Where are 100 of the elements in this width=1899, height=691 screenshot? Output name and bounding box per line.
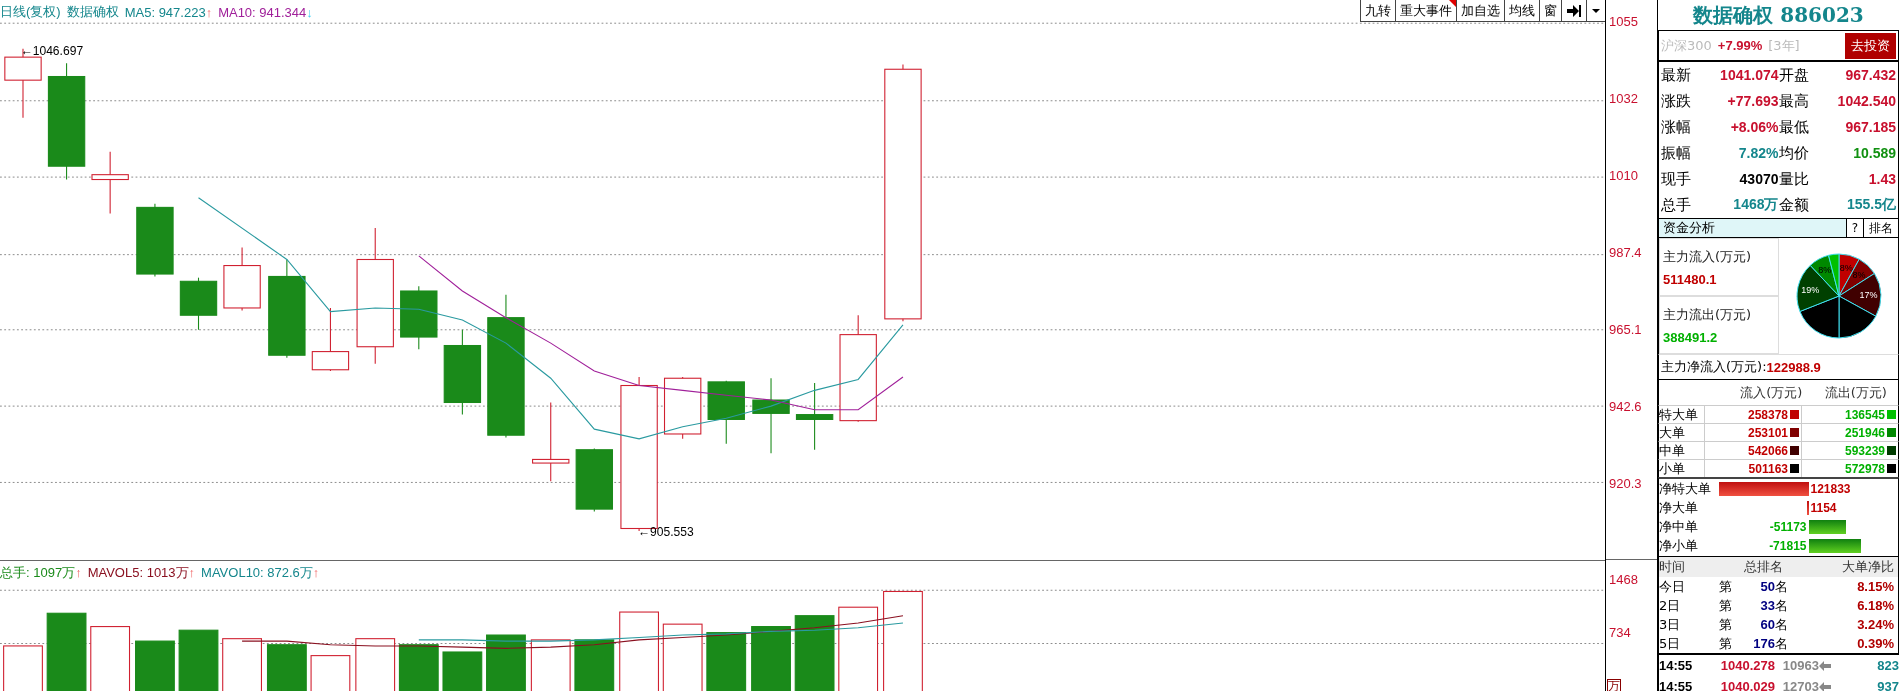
toolbar-button[interactable]: 重大事件 bbox=[1395, 0, 1456, 22]
volume-bar bbox=[662, 623, 703, 691]
volume-bar bbox=[530, 639, 571, 691]
price-axis-label: 987.4 bbox=[1608, 245, 1643, 261]
volume-bar bbox=[486, 634, 526, 691]
toolbar-button[interactable]: 加自选 bbox=[1456, 0, 1504, 22]
rank-value: 33 bbox=[1759, 598, 1775, 613]
tick-count: 937 bbox=[1876, 679, 1899, 691]
column-header: 时间 bbox=[1659, 558, 1686, 576]
index-name: 数据确权 bbox=[66, 3, 119, 21]
volume-bar bbox=[222, 638, 262, 691]
candle bbox=[400, 285, 438, 350]
rank-value: 60 bbox=[1759, 617, 1775, 632]
quote-label: 涨幅 bbox=[1661, 117, 1692, 137]
price-axis-label: 920.3 bbox=[1608, 476, 1643, 492]
candle bbox=[311, 307, 350, 372]
help-button[interactable]: ? bbox=[1845, 219, 1863, 237]
order-type: 特大单 bbox=[1659, 406, 1699, 423]
period-cell-text: 3日 bbox=[1659, 615, 1682, 634]
quote-value: 7.82% bbox=[1737, 145, 1779, 161]
quote-label: 最高 bbox=[1778, 91, 1810, 111]
price-axis-label: 965.1 bbox=[1608, 322, 1643, 338]
outflow-amount: 136545 bbox=[1844, 407, 1885, 422]
inflow-amount: 501163 bbox=[1748, 461, 1788, 476]
rank-prefix: 第 bbox=[1719, 634, 1733, 653]
data-label: 8% bbox=[1852, 269, 1866, 280]
benchmark-name: 沪深300 bbox=[1661, 36, 1712, 55]
toolbar-button[interactable]: 均线 bbox=[1504, 0, 1539, 22]
rank-value: 176 bbox=[1752, 636, 1775, 651]
arrow-to-bar-icon bbox=[1566, 3, 1582, 18]
tick-price: 1040.029 bbox=[1719, 679, 1775, 691]
unit-label: 万 bbox=[1607, 678, 1621, 691]
outflow-amount: 251946 bbox=[1844, 425, 1885, 440]
quote-label: 最新 bbox=[1661, 65, 1692, 85]
invest-button[interactable]: 去投资 bbox=[1845, 32, 1896, 59]
volume-bar bbox=[310, 655, 351, 691]
tick-price: 1040.278 bbox=[1719, 658, 1775, 673]
price-axis-label: 942.6 bbox=[1608, 399, 1643, 415]
dropdown-button[interactable] bbox=[1586, 0, 1605, 22]
tick-count: 823 bbox=[1876, 658, 1899, 673]
toolbar-button[interactable]: 九转 bbox=[1360, 0, 1395, 22]
volume-axis-label: 734 bbox=[1608, 625, 1632, 641]
low-price-label: ←905.553 bbox=[637, 524, 694, 539]
quote-value: 967.185 bbox=[1844, 119, 1896, 135]
quote-label: 均价 bbox=[1778, 143, 1810, 163]
net-inflow-value: 122988.9 bbox=[1766, 359, 1821, 375]
volume-bar bbox=[706, 632, 747, 691]
net-order-label: 净中单 bbox=[1659, 519, 1699, 536]
net-order-label: 净大单 bbox=[1659, 499, 1699, 516]
section-title: 资金分析 bbox=[1662, 219, 1716, 237]
rank-button[interactable]: 排名 bbox=[1863, 219, 1898, 237]
stock-title: 数据确权 886023 bbox=[1692, 1, 1865, 29]
ma10-value: MA10: 941.344↓ bbox=[218, 4, 313, 20]
outflow-bar bbox=[1808, 520, 1847, 535]
volume-bar bbox=[266, 644, 307, 691]
left-arrow-icon bbox=[1819, 660, 1831, 671]
caret-icon bbox=[1591, 6, 1601, 15]
high-price-label: ←1046.697 bbox=[20, 43, 84, 58]
order-type: 大单 bbox=[1659, 424, 1686, 441]
tick-time: 14:55 bbox=[1659, 679, 1694, 691]
quote-value: 43070 bbox=[1738, 171, 1779, 187]
candle bbox=[575, 447, 613, 513]
inflow-amount: 542066 bbox=[1747, 443, 1788, 458]
quote-value: 1.43 bbox=[1867, 171, 1896, 187]
price-axis-label: 1010 bbox=[1608, 168, 1639, 184]
volume-axis-label: 1468 bbox=[1608, 572, 1639, 588]
ratio-cell-text: 8.15% bbox=[1856, 579, 1895, 594]
column-header: 流出(万元) bbox=[1823, 383, 1888, 402]
volume-value: 总手: 1097万↑ bbox=[0, 564, 82, 582]
toolbar-button[interactable]: 窗 bbox=[1539, 0, 1561, 22]
inflow-amount: 258378 bbox=[1747, 407, 1788, 422]
outflow-bar bbox=[1808, 539, 1862, 554]
period-label: [3年] bbox=[1768, 36, 1800, 55]
net-order-label: 净小单 bbox=[1659, 538, 1699, 555]
jump-end-button[interactable] bbox=[1561, 0, 1586, 22]
quote-value: 1042.540 bbox=[1836, 93, 1896, 109]
candle bbox=[795, 382, 834, 451]
net-order-value: -51173 bbox=[1768, 520, 1808, 535]
data-label: 8% bbox=[1839, 262, 1853, 273]
quote-label: 最低 bbox=[1778, 117, 1810, 137]
rank-suffix: 名 bbox=[1775, 615, 1789, 634]
price-axis-label: 1055 bbox=[1608, 14, 1639, 30]
outflow-value: 388491.2 bbox=[1663, 329, 1719, 345]
volume-bar bbox=[3, 645, 43, 691]
candle bbox=[223, 246, 261, 311]
ma5-value: MA5: 947.223↑ bbox=[124, 4, 213, 20]
quote-value: 1468万 bbox=[1732, 196, 1779, 214]
net-order-value: -71815 bbox=[1768, 539, 1808, 554]
rank-prefix: 第 bbox=[1719, 615, 1733, 634]
net-inflow-label: 主力净流入(万元): bbox=[1661, 358, 1767, 376]
rank-value: 50 bbox=[1759, 579, 1775, 594]
candle bbox=[707, 380, 745, 445]
outflow-amount: 572978 bbox=[1844, 461, 1885, 476]
rank-suffix: 名 bbox=[1775, 596, 1789, 615]
quote-label: 金额 bbox=[1778, 195, 1810, 215]
quote-value: +8.06% bbox=[1729, 119, 1779, 135]
data-label: 19% bbox=[1800, 284, 1819, 295]
net-order-value: 1154 bbox=[1809, 500, 1838, 515]
quote-value: 967.432 bbox=[1844, 67, 1896, 83]
tick-volume: 12703 bbox=[1781, 679, 1819, 691]
